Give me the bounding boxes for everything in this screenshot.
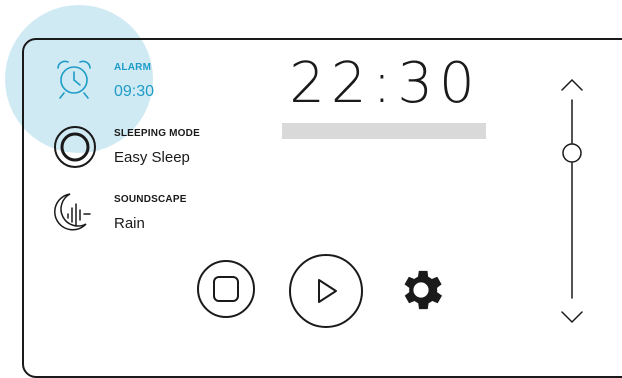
soundscape-value: Rain xyxy=(114,215,145,232)
gear-icon[interactable] xyxy=(395,264,447,316)
clock-display: 22:30 xyxy=(289,51,481,116)
play-button[interactable] xyxy=(289,254,363,328)
play-icon xyxy=(318,279,337,303)
sleeping-mode-label: SLEEPING MODE xyxy=(114,128,200,139)
volume-slider[interactable] xyxy=(556,70,588,330)
alarm-clock-icon xyxy=(57,60,91,99)
sleeping-mode-value: Easy Sleep xyxy=(114,149,190,166)
chevron-down-icon xyxy=(561,311,583,324)
alarm-setting[interactable]: ALARM 09:30 xyxy=(52,56,202,106)
stop-button[interactable] xyxy=(197,260,255,318)
soundscape-icon xyxy=(54,193,91,231)
stop-icon xyxy=(213,276,239,302)
soundscape-label: SOUNDSCAPE xyxy=(114,194,187,205)
chevron-up-icon xyxy=(561,78,583,91)
soundscape-setting[interactable]: SOUNDSCAPE Rain xyxy=(52,190,232,240)
alarm-label: ALARM xyxy=(114,62,152,73)
sleeping-mode-icon xyxy=(54,126,96,168)
clock-progress-bar xyxy=(282,123,486,139)
sleeping-mode-setting[interactable]: SLEEPING MODE Easy Sleep xyxy=(52,124,232,174)
alarm-time: 09:30 xyxy=(114,83,155,100)
slider-handle xyxy=(562,143,582,163)
